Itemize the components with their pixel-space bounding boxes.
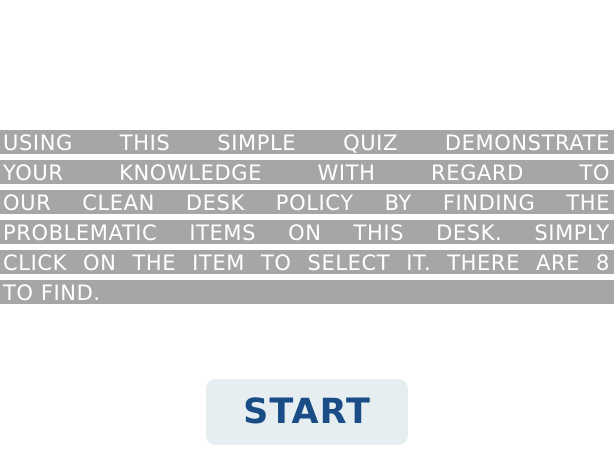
intro-line: CLICK ON THE ITEM TO SELECT IT. THERE AR… [0, 250, 614, 274]
intro-line: TO FIND. [0, 280, 614, 304]
intro-line: PROBLEMATIC ITEMS ON THIS DESK. SIMPLY [0, 220, 614, 244]
intro-line: OUR CLEAN DESK POLICY BY FINDING THE [0, 190, 614, 214]
intro-line: USING THIS SIMPLE QUIZ DEMONSTRATE [0, 130, 614, 154]
intro-line: YOUR KNOWLEDGE WITH REGARD TO [0, 160, 614, 184]
start-button[interactable]: START [206, 379, 408, 445]
quiz-intro-screen: USING THIS SIMPLE QUIZ DEMONSTRATE YOUR … [0, 0, 614, 450]
start-button-label: START [243, 392, 371, 432]
intro-instructions: USING THIS SIMPLE QUIZ DEMONSTRATE YOUR … [0, 130, 614, 310]
